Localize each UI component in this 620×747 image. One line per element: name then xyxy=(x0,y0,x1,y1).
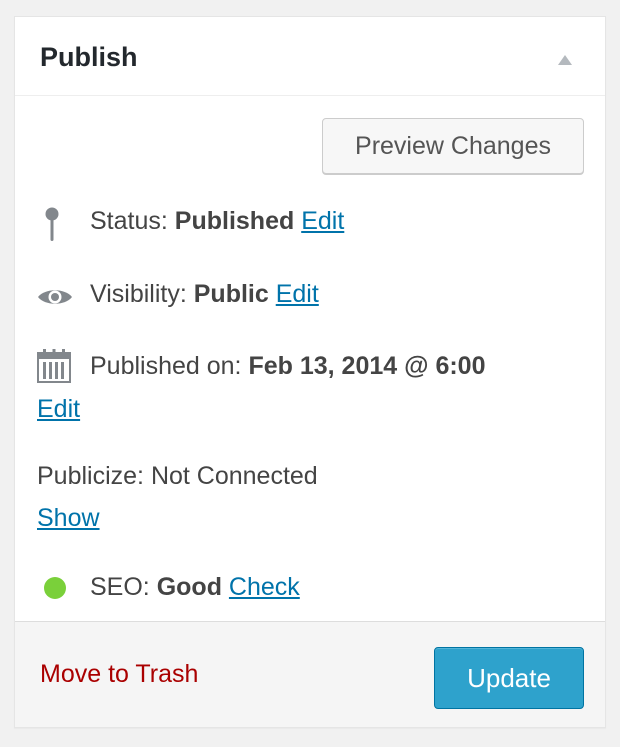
panel-title: Publish xyxy=(40,42,138,72)
published-row: Published on: Feb 13, 2014 @ 6:00 xyxy=(90,352,485,381)
seo-row: SEO: Good Check xyxy=(90,573,300,602)
publicize-show-link[interactable]: Show xyxy=(37,504,100,532)
collapse-arrow-icon[interactable] xyxy=(558,55,572,65)
visibility-row: Visibility: Public Edit xyxy=(90,280,319,309)
publish-panel: Publish Preview Changes Status: Publishe… xyxy=(14,16,606,728)
visibility-value: Public xyxy=(193,280,269,308)
eye-icon xyxy=(38,290,72,304)
update-button[interactable]: Update xyxy=(434,647,584,709)
pin-icon xyxy=(45,207,59,241)
visibility-label: Visibility: xyxy=(90,280,187,308)
published-label: Published on: xyxy=(90,352,242,380)
publicize-show-row: Show xyxy=(37,504,100,533)
status-row: Status: Published Edit xyxy=(90,207,344,236)
preview-changes-button[interactable]: Preview Changes xyxy=(322,118,584,174)
status-value: Published xyxy=(174,207,295,235)
panel-header[interactable]: Publish xyxy=(15,17,605,96)
status-edit-link[interactable]: Edit xyxy=(301,207,344,235)
panel-footer: Move to Trash Update xyxy=(15,621,605,727)
published-edit-row: Edit xyxy=(37,395,80,424)
published-value: Feb 13, 2014 @ 6:00 xyxy=(248,352,486,380)
seo-check-link[interactable]: Check xyxy=(229,573,300,601)
calendar-icon xyxy=(37,349,71,383)
status-label: Status: xyxy=(90,207,168,235)
seo-label: SEO: xyxy=(90,573,150,601)
published-edit-link[interactable]: Edit xyxy=(37,395,80,423)
publicize-text: Publicize: Not Connected xyxy=(37,462,318,490)
move-to-trash-link[interactable]: Move to Trash xyxy=(40,660,198,689)
seo-status-indicator xyxy=(44,577,66,599)
seo-value: Good xyxy=(156,573,222,601)
visibility-edit-link[interactable]: Edit xyxy=(276,280,319,308)
